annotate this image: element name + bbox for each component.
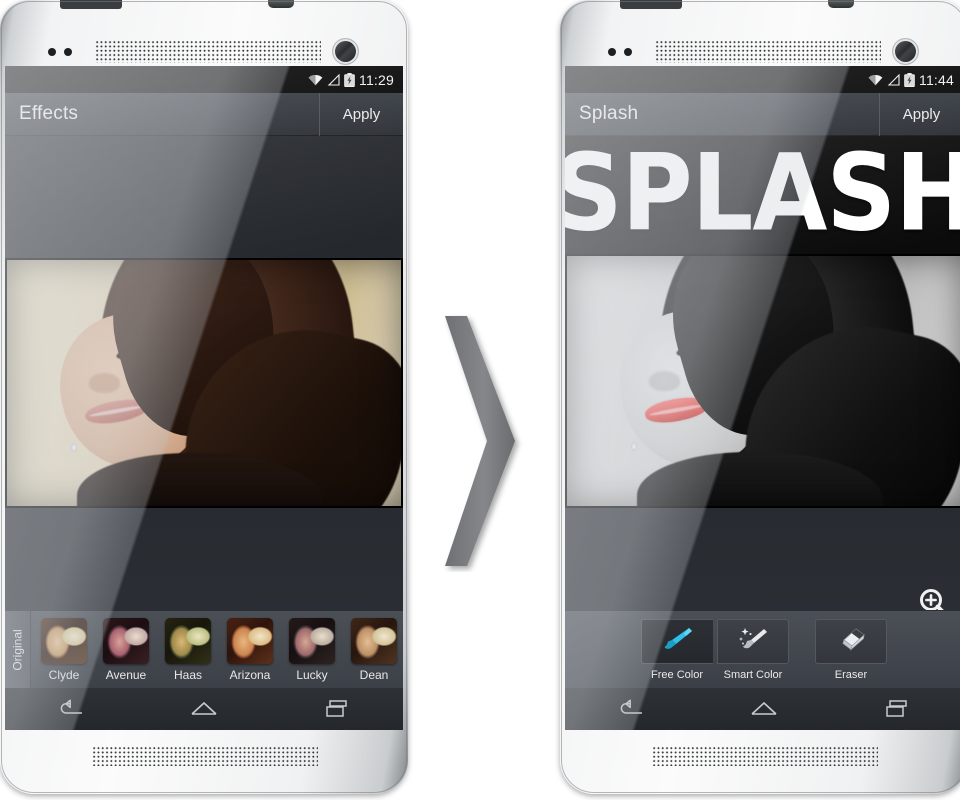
filter-original-tab[interactable]: Original [5, 611, 31, 688]
filter-list[interactable]: Clyde Avenue Haas Arizona Lucky Dean [31, 611, 403, 688]
splash-wordmark-text: SPLASH [565, 136, 960, 254]
filter-label: Clyde [48, 667, 80, 682]
portrait-image-color [5, 258, 403, 508]
photo-preview-left[interactable] [5, 258, 403, 508]
cell-signal-icon [887, 73, 900, 86]
filter-original-label: Original [10, 628, 25, 671]
splash-wordmark: SPLASH [565, 136, 960, 254]
android-nav-bar-right[interactable] [565, 688, 960, 730]
filter-thumbnail[interactable] [41, 617, 87, 664]
back-icon[interactable] [42, 694, 100, 724]
tool-eraser-button[interactable] [815, 618, 887, 664]
phone-top-hardware [560, 9, 960, 66]
tool-free-color-button[interactable] [641, 618, 713, 664]
filter-label: Lucky [296, 667, 328, 682]
color-tool-group[interactable]: Free Color Smart Color [639, 618, 791, 681]
magic-brush-icon [737, 625, 769, 658]
filter-label: Haas [173, 667, 202, 682]
wifi-icon [868, 74, 883, 86]
chevron-right-icon [437, 310, 537, 572]
eraser-icon [835, 625, 867, 658]
phone-top-hardware [0, 9, 408, 66]
comparison-stage: 11:29 Effects Apply Original Clyde Avenu… [0, 0, 960, 800]
filter-thumbnail[interactable] [351, 617, 397, 664]
photo-preview-right[interactable] [565, 254, 960, 508]
front-camera-icon [893, 39, 918, 64]
filter-item[interactable]: Avenue [97, 617, 155, 682]
battery-charging-icon [344, 72, 355, 87]
status-bar-left: 11:29 [5, 66, 403, 93]
tool-label: Free Color [651, 668, 703, 681]
filter-label: Arizona [229, 667, 271, 682]
power-button[interactable] [828, 0, 854, 8]
portrait-image-splash [565, 254, 960, 508]
tool-label: Eraser [834, 668, 868, 681]
apply-button[interactable]: Apply [319, 92, 403, 136]
phone-body-right: 11:44 Splash Apply SPLASH Free Color Sma… [560, 0, 960, 794]
tool-free-color[interactable]: Free Color [639, 618, 715, 681]
filter-thumbnail[interactable] [103, 617, 149, 664]
filter-label: Avenue [105, 667, 147, 682]
tool-smart-color-button[interactable] [717, 618, 789, 664]
phone-left: 11:29 Effects Apply Original Clyde Avenu… [0, 0, 408, 800]
phone-right: 11:44 Splash Apply SPLASH Free Color Sma… [560, 0, 960, 800]
earpiece-speaker-grille [655, 40, 881, 63]
recents-icon[interactable] [868, 694, 926, 724]
filter-thumbnail[interactable] [227, 617, 273, 664]
phone-bottom-hardware [0, 730, 408, 788]
status-bar-right: 11:44 [565, 66, 960, 93]
wifi-icon [308, 74, 323, 86]
filter-item[interactable]: Clyde [35, 617, 93, 682]
tool-eraser[interactable]: Eraser [813, 618, 889, 681]
filter-item[interactable]: Arizona [221, 617, 279, 682]
editor-canvas-left[interactable]: Original Clyde Avenue Haas Arizona Lucky… [5, 136, 403, 688]
paintbrush-icon [662, 625, 694, 658]
editor-canvas-right[interactable]: SPLASH Free Color Smart Color Eraser [565, 136, 960, 688]
filter-item[interactable]: Haas [159, 617, 217, 682]
cell-signal-icon [327, 73, 340, 86]
front-camera-icon [333, 39, 358, 64]
home-icon[interactable] [735, 694, 793, 724]
earpiece-speaker-grille [95, 40, 321, 63]
status-time: 11:29 [359, 71, 394, 88]
phone-top-nub-right [620, 0, 682, 9]
filter-thumbnail[interactable] [165, 617, 211, 664]
bottom-speaker-grille [92, 746, 318, 766]
android-nav-bar-left[interactable] [5, 688, 403, 730]
phone-bottom-hardware [560, 730, 960, 788]
filter-strip[interactable]: Original Clyde Avenue Haas Arizona Lucky… [5, 610, 403, 688]
bottom-speaker-grille [652, 746, 878, 766]
battery-charging-icon [904, 72, 915, 87]
power-button[interactable] [268, 0, 294, 8]
tool-label: Smart Color [723, 668, 783, 681]
tool-strip[interactable]: Free Color Smart Color Eraser [565, 610, 960, 688]
filter-thumbnail[interactable] [289, 617, 335, 664]
status-time: 11:44 [919, 71, 954, 88]
page-title: Splash [579, 103, 639, 124]
proximity-sensor-icon [608, 48, 632, 56]
screen-right[interactable]: 11:44 Splash Apply SPLASH Free Color Sma… [565, 66, 960, 730]
filter-item[interactable]: Dean [345, 617, 403, 682]
back-icon[interactable] [602, 694, 660, 724]
recents-icon[interactable] [308, 694, 366, 724]
phone-top-nub-left [60, 0, 122, 9]
screen-left[interactable]: 11:29 Effects Apply Original Clyde Avenu… [5, 66, 403, 730]
apply-button[interactable]: Apply [879, 92, 960, 136]
filter-item[interactable]: Lucky [283, 617, 341, 682]
phone-body-left: 11:29 Effects Apply Original Clyde Avenu… [0, 0, 408, 794]
filter-label: Dean [359, 667, 389, 682]
action-bar-left: Effects Apply [5, 92, 403, 136]
tool-smart-color[interactable]: Smart Color [715, 618, 791, 681]
page-title: Effects [19, 103, 79, 124]
home-icon[interactable] [175, 694, 233, 724]
proximity-sensor-icon [48, 48, 72, 56]
action-bar-right: Splash Apply [565, 92, 960, 136]
